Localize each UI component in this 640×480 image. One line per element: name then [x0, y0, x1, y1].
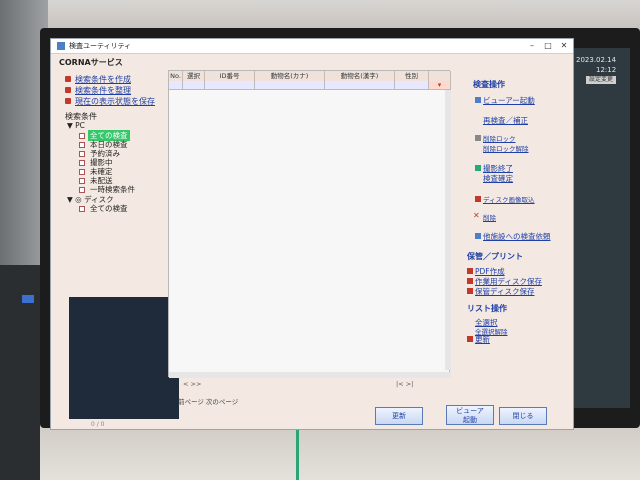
delete-unlock-link[interactable]: 削除ロック解除 [483, 143, 529, 153]
pager-text[interactable]: 前ページ 次のページ [178, 396, 238, 406]
viewer-button-line1: ビューア [456, 407, 484, 415]
request-other-facility-link[interactable]: 他施設への検査依頼 [483, 231, 551, 242]
filter-cell[interactable] [325, 81, 395, 90]
column-header-no[interactable]: No. [169, 71, 183, 81]
checkmark-icon [475, 165, 481, 171]
create-condition-icon [65, 76, 71, 82]
column-header-extra[interactable] [429, 71, 451, 81]
close-window-button[interactable]: ✕ [557, 40, 571, 51]
tree-group-label: PC [75, 121, 85, 130]
exam-confirm-link[interactable]: 検査確定 [483, 173, 513, 184]
grid-nav-right[interactable]: |< >| [396, 380, 413, 388]
setting-change-button[interactable]: 設定変更 [586, 76, 616, 84]
create-condition-link[interactable]: 検索条件を作成 [75, 74, 131, 85]
filter-cell[interactable] [205, 81, 255, 90]
inspection-utility-window: 検査ユーティリティ – □ ✕ CORNAサービス 検索条件を作成 検索条件を整… [50, 38, 574, 430]
app-name: CORNAサービス [59, 58, 123, 67]
column-header-id[interactable]: ID番号 [205, 71, 255, 81]
title-bar: 検査ユーティリティ – □ ✕ [51, 39, 573, 54]
disk-save-icon [467, 278, 473, 284]
reexam-link[interactable]: 再検査／補正 [483, 115, 528, 126]
disk-save-icon [467, 288, 473, 294]
section-storage-print: 保管／プリント [467, 252, 523, 261]
preview-panel [69, 297, 179, 419]
archive-disk-save-link[interactable]: 保管ディスク保存 [475, 286, 534, 297]
viewer-button-line2: 起動 [463, 416, 477, 424]
filter-cell[interactable] [395, 81, 429, 90]
column-header-name-kana[interactable]: 動物名(カナ) [255, 71, 325, 81]
delete-link[interactable]: 削除 [483, 212, 496, 222]
refresh-icon [467, 336, 473, 342]
folder-icon [79, 178, 85, 184]
filter-cell[interactable] [255, 81, 325, 90]
viewer-icon [475, 97, 481, 103]
clock-date: 2023.02.14 [576, 56, 617, 64]
folder-icon [79, 206, 85, 212]
column-header-sex[interactable]: 性別 [395, 71, 429, 81]
network-port [22, 295, 34, 303]
vertical-scrollbar[interactable] [445, 90, 451, 370]
delete-icon: ✕ [473, 211, 480, 220]
viewer-launch-button[interactable]: ビューア 起動 [446, 405, 494, 425]
disk-import-link[interactable]: ディスク画像取込 [483, 194, 535, 204]
window-title: 検査ユーティリティ [69, 42, 132, 50]
section-list-ops: リスト操作 [467, 304, 507, 313]
tree-group-pc[interactable]: ▼ PC [67, 121, 85, 130]
grid-nav-left[interactable]: < >> [183, 380, 201, 388]
network-rack [0, 265, 40, 480]
organize-condition-link[interactable]: 検索条件を整理 [75, 85, 131, 96]
filter-cell[interactable] [169, 81, 183, 90]
lock-icon [475, 135, 481, 141]
save-view-link[interactable]: 現在の表示状態を保存 [75, 96, 155, 107]
maximize-button[interactable]: □ [541, 40, 555, 51]
delete-lock-link[interactable]: 削除ロック [483, 133, 516, 143]
disk-import-icon [475, 196, 481, 202]
folder-icon [79, 142, 85, 148]
save-view-icon [65, 98, 71, 104]
column-header-name-kanji[interactable]: 動物名(漢字) [325, 71, 395, 81]
pdf-icon [467, 268, 473, 274]
clock-time: 12:12 [596, 66, 617, 74]
viewer-launch-link[interactable]: ビューアー起動 [483, 95, 535, 106]
transfer-icon [475, 233, 481, 239]
folder-icon [79, 133, 85, 139]
organize-condition-icon [65, 87, 71, 93]
folder-icon [79, 151, 85, 157]
tree-item-disk-all[interactable]: 全ての検査 [90, 203, 128, 214]
close-button[interactable]: 閉じる [499, 407, 547, 425]
horizontal-scrollbar[interactable] [169, 372, 451, 378]
exam-list-grid[interactable]: No. 選択 ID番号 動物名(カナ) 動物名(漢字) 性別 ▾ [168, 70, 451, 378]
app-icon [57, 42, 65, 50]
section-exam-ops: 検査操作 [473, 80, 505, 89]
list-refresh-link[interactable]: 更新 [475, 334, 490, 345]
filter-dropdown-icon[interactable]: ▾ [429, 81, 451, 90]
minimize-button[interactable]: – [525, 40, 539, 51]
folder-icon [79, 160, 85, 166]
folder-icon [79, 187, 85, 193]
desktop-area [570, 48, 630, 408]
column-header-select[interactable]: 選択 [183, 71, 205, 81]
disk-icon: ◎ [75, 195, 82, 204]
cable [296, 428, 299, 480]
panel-counter: 0 / 0 [91, 421, 105, 428]
refresh-button[interactable]: 更新 [375, 407, 423, 425]
filter-cell[interactable] [183, 81, 205, 90]
folder-icon [79, 169, 85, 175]
